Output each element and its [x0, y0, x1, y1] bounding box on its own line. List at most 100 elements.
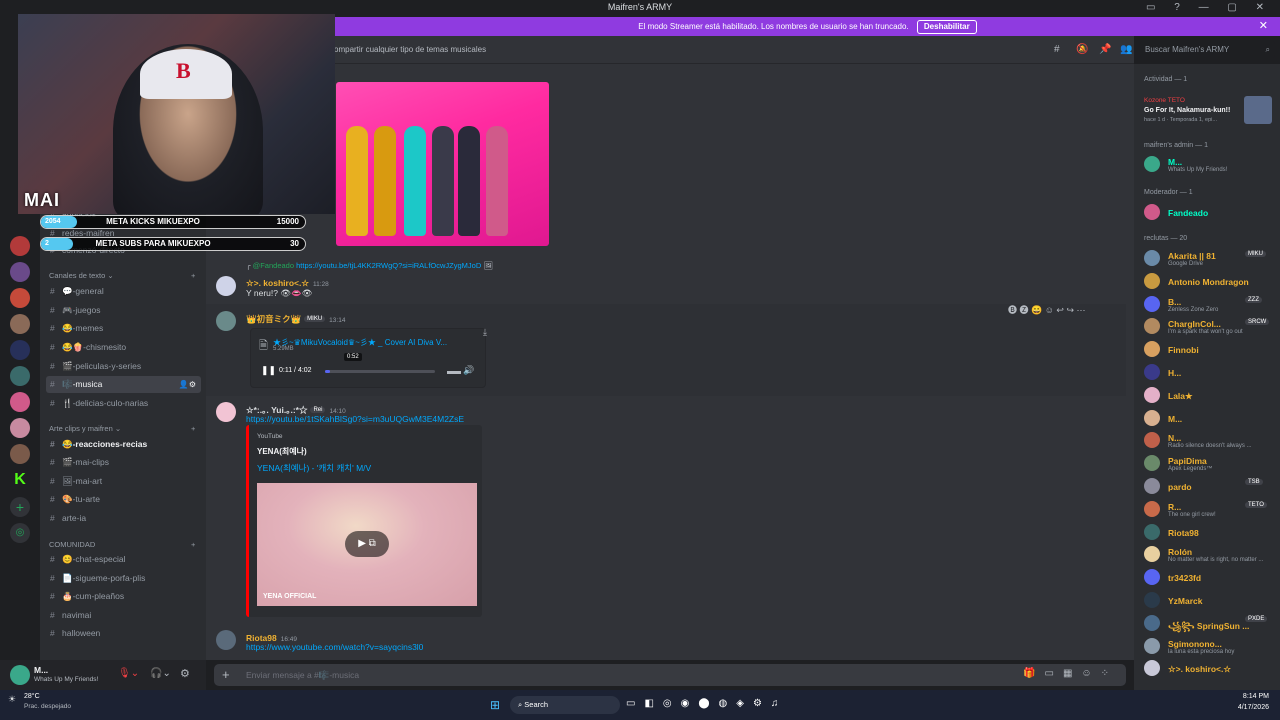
channel-halloween[interactable]: # halloween	[46, 625, 201, 642]
server-icon[interactable]	[10, 288, 30, 308]
channel-juegos[interactable]: # 🎮-juegos	[46, 302, 201, 319]
member-item[interactable]: Rolón No matter what is right, no matter …	[1144, 544, 1278, 564]
add-channel-icon[interactable]: +	[191, 424, 195, 433]
member-item[interactable]: Finnobi	[1144, 339, 1278, 359]
attach-icon[interactable]: +	[222, 667, 230, 682]
channel-arte-ia[interactable]: # arte-ia	[46, 510, 201, 527]
add-channel-icon[interactable]: +	[191, 271, 195, 280]
channel-peliculas[interactable]: # 🎬-peliculas-y-series	[46, 358, 201, 375]
member-item[interactable]: YzMarck	[1144, 590, 1278, 610]
members-icon[interactable]: 👥	[1120, 44, 1132, 55]
member-item[interactable]: B... ZZZ Zenless Zone Zero	[1144, 294, 1278, 314]
gear-icon[interactable]: ⚙	[180, 667, 190, 680]
server-icon[interactable]	[10, 392, 30, 412]
member-item[interactable]: Sgimonono... la luna esta preciosa hoy	[1144, 636, 1278, 656]
reply-preview[interactable]: ╭ @Fandeado https://youtu.be/tjL4KK2RWgQ…	[246, 261, 493, 270]
server-icon[interactable]	[10, 314, 30, 334]
member-item[interactable]: Riota98	[1144, 522, 1278, 542]
member-item[interactable]: ChargInCol... SRCW I'm a spark that won't …	[1144, 316, 1278, 336]
explore-icon[interactable]: ◎	[10, 523, 30, 543]
member-item[interactable]: H...	[1144, 362, 1278, 382]
pin-icon[interactable]: 📌	[1099, 44, 1111, 55]
video-thumbnail[interactable]: ▶ ⧉ YENA OFFICIAL	[257, 483, 477, 606]
server-icon[interactable]	[10, 340, 30, 360]
channel-musica[interactable]: # 🎼-musica 👤⚙	[46, 376, 201, 393]
member-item[interactable]: Antonio Mondragon	[1144, 271, 1278, 291]
activity-card[interactable]: Kozone TETO Go For It, Nakamura-kun!! ha…	[1142, 94, 1272, 126]
member-item[interactable]: PapiDima Apex Legends™	[1144, 453, 1278, 473]
member-item[interactable]: N... Radio silence doesn't always ...	[1144, 430, 1278, 450]
taskbar-apps[interactable]: ▭◧◎◉⬤◍◈⚙♫	[626, 698, 787, 709]
kick-icon[interactable]: K	[10, 470, 30, 490]
member-item[interactable]: tr3423fd	[1144, 567, 1278, 587]
embed-author[interactable]: YENA(최예나)	[257, 446, 307, 457]
avatar[interactable]	[216, 311, 236, 331]
audio-filename[interactable]: ★彡~♛MikuVocaloid♛~彡★ _ Cover AI Diva V..…	[273, 337, 447, 348]
channel-chat-especial[interactable]: # 😊-chat-especial	[46, 551, 201, 568]
category-header[interactable]: Canales de texto ⌄ +	[49, 271, 195, 280]
member-item[interactable]: ☆>. koshiro<.☆	[1144, 658, 1278, 678]
mute-icon[interactable]: 🎙⌄	[118, 668, 139, 679]
embed-title[interactable]: YENA(최예나) - '캐치 캐치' M/V	[257, 462, 371, 474]
avatar	[1144, 250, 1160, 266]
close-icon[interactable]: ✕	[1259, 17, 1268, 36]
channel-general[interactable]: # 💬-general	[46, 283, 201, 300]
message-author[interactable]: 👑初音ミク👑	[246, 314, 301, 324]
server-icon[interactable]	[10, 366, 30, 386]
volume-track[interactable]	[447, 371, 461, 374]
member-item[interactable]: Fandeado	[1144, 202, 1278, 222]
member-item[interactable]: R... TETO The one girl crew!	[1144, 499, 1278, 519]
server-icon[interactable]	[10, 262, 30, 282]
play-icon[interactable]: ▶ ⧉	[345, 531, 389, 557]
audio-progress-track[interactable]	[325, 370, 435, 373]
headphones-icon[interactable]: 🎧⌄	[150, 668, 171, 679]
member-item[interactable]: M...	[1144, 408, 1278, 428]
member-item[interactable]: M... Whats Up My Friends!	[1144, 154, 1278, 174]
message-link[interactable]: https://youtu.be/1tSKahBlSg0?si=m3uUQGwM…	[246, 414, 464, 424]
taskbar-search[interactable]: ⌕ Search	[510, 696, 620, 714]
download-icon[interactable]: ⤓	[483, 327, 487, 338]
member-item[interactable]: pardo TSB	[1144, 476, 1278, 496]
image-attachment[interactable]	[336, 82, 549, 246]
channel-reacciones[interactable]: # 😂-reacciones-recias	[46, 436, 201, 453]
weather-icon[interactable]: ☀	[8, 694, 16, 705]
threads-icon[interactable]: #	[1054, 44, 1060, 55]
channel-chismesito[interactable]: # 😂🍿-chismesito	[46, 339, 201, 356]
server-icon[interactable]	[10, 236, 30, 256]
channel-navimai[interactable]: # navimai	[46, 607, 201, 624]
avatar[interactable]	[216, 402, 236, 422]
category-header[interactable]: Arte clips y maifren ⌄ +	[49, 424, 195, 433]
reply-link[interactable]: https://youtu.be/tjL4KK2RWgQ?si=iRALfOcw…	[296, 261, 481, 270]
channel-settings-icon[interactable]: 👤⚙	[179, 376, 196, 393]
message-composer[interactable]: + Enviar mensaje a #🎼-musica 🎁▭▦☺⁘	[214, 664, 1126, 686]
server-icon[interactable]	[10, 418, 30, 438]
bell-icon[interactable]: 🔕	[1076, 44, 1088, 55]
add-channel-icon[interactable]: +	[191, 540, 195, 549]
volume-icon[interactable]: 🔊	[463, 365, 474, 376]
windows-start-icon[interactable]: ⊞	[490, 698, 500, 712]
channel-delicias[interactable]: # 🍴-delicias-culo-narias	[46, 395, 201, 412]
avatar[interactable]	[216, 630, 236, 650]
channel-mai-art[interactable]: # 🖼-mai-art	[46, 473, 201, 490]
message-author[interactable]: ☆>. koshiro<.☆	[246, 278, 309, 288]
pause-icon[interactable]: ❚❚	[261, 365, 276, 376]
composer-tools[interactable]: 🎁▭▦☺⁘	[1023, 668, 1118, 679]
avatar[interactable]	[10, 665, 30, 685]
search-input[interactable]: Buscar Maifren's ARMY ⌕	[1140, 41, 1275, 58]
channel-tu-arte[interactable]: # 🎨-tu-arte	[46, 491, 201, 508]
member-item[interactable]: ꧁꧂ SpringSun ... PXDE	[1144, 613, 1278, 633]
window-controls[interactable]: ▭ ? — ▢ ✕	[1146, 2, 1272, 13]
channel-cumpleanos[interactable]: # 🎂-cum-pleaños	[46, 588, 201, 605]
channel-sigueme[interactable]: # 📄-sigueme-porfa-plis	[46, 570, 201, 587]
member-item[interactable]: Akarita || 81 MIKU Google Drive	[1144, 248, 1278, 268]
category-header[interactable]: COMUNIDAD +	[49, 540, 195, 549]
member-item[interactable]: Lala★	[1144, 385, 1278, 405]
channel-mai-clips[interactable]: # 🎬-mai-clips	[46, 454, 201, 471]
message-link[interactable]: https://www.youtube.com/watch?v=sayqcins…	[246, 642, 423, 652]
message-actions[interactable]: 🅑 🅩 😀 ☺ ↩ ↪ ⋯	[1008, 303, 1085, 316]
server-icon[interactable]	[10, 444, 30, 464]
disable-streamer-button[interactable]: Deshabilitar	[916, 20, 977, 34]
avatar[interactable]	[216, 276, 236, 296]
channel-memes[interactable]: # 😂-memes	[46, 320, 201, 337]
add-server-icon[interactable]: +	[10, 497, 30, 517]
